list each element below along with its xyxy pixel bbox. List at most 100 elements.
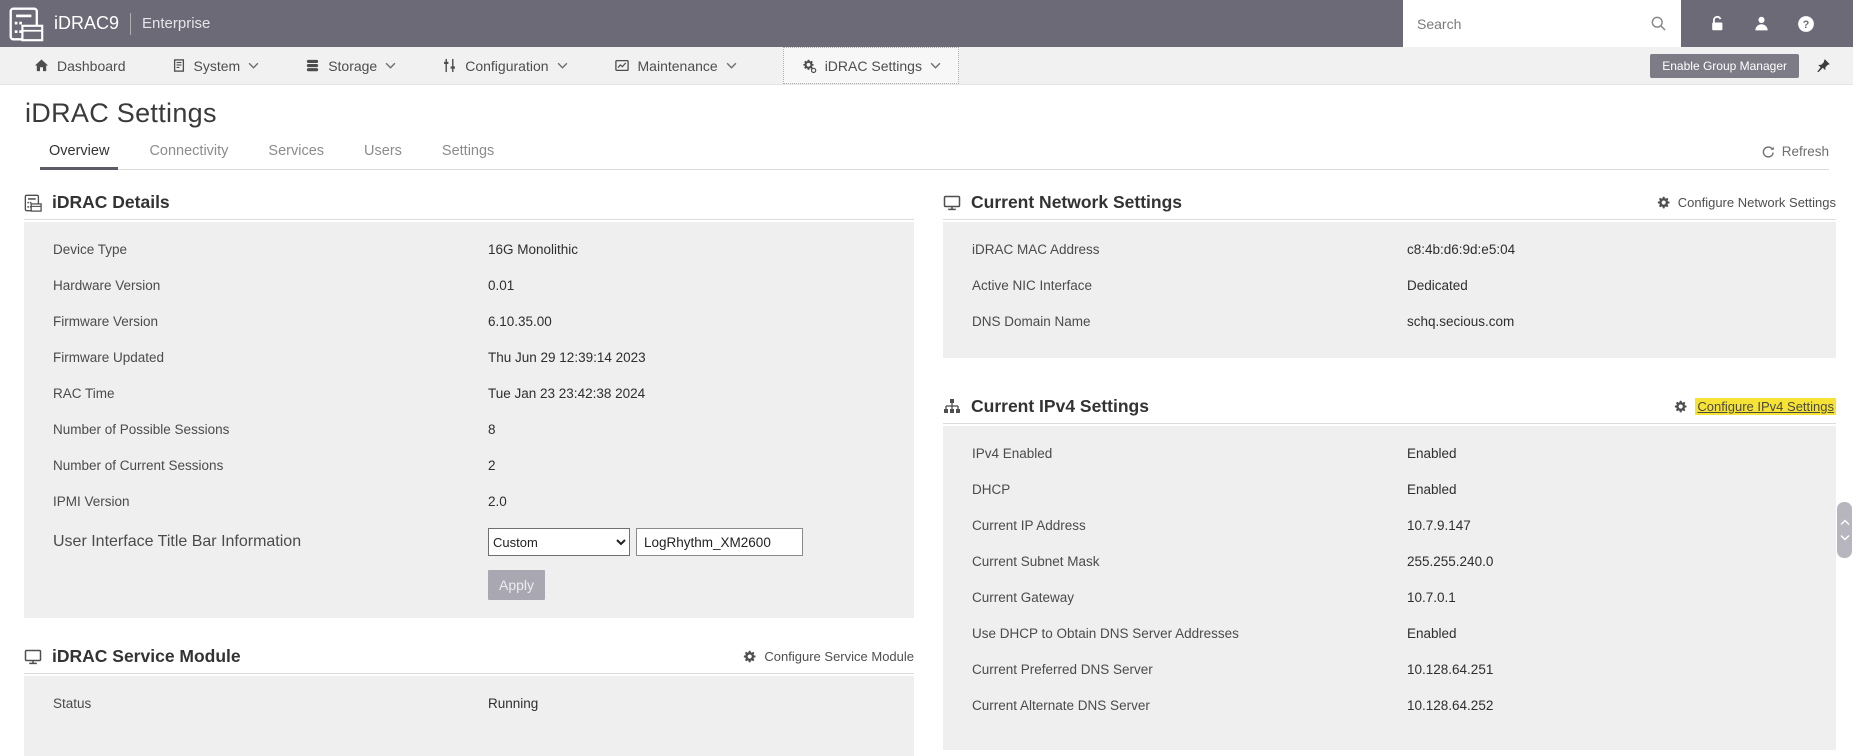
row-label: DNS Domain Name — [972, 314, 1091, 329]
row-value: 0.01 — [488, 278, 515, 293]
row-value: 2 — [488, 458, 496, 473]
title-bar-mode-select[interactable]: Custom — [488, 528, 630, 556]
help-icon[interactable]: ? — [1797, 15, 1815, 33]
row-label: Use DHCP to Obtain DNS Server Addresses — [972, 626, 1239, 641]
unlock-icon[interactable] — [1709, 15, 1726, 32]
section-title: Current IPv4 Settings — [971, 396, 1149, 416]
brand-separator — [130, 12, 132, 35]
right-column: Current Network Settings Configure Netwo… — [943, 190, 1836, 750]
row-value: 2.0 — [488, 494, 507, 509]
chevron-down-icon — [557, 62, 568, 69]
search-input[interactable] — [1417, 15, 1650, 32]
row-value: 10.7.0.1 — [1407, 590, 1456, 605]
content-area: iDRAC Details Device Type 16G Monolithic… — [24, 190, 1853, 756]
row-label: Number of Possible Sessions — [53, 422, 230, 437]
table-row: Number of Current Sessions 2 — [24, 448, 914, 484]
rack-server-icon — [24, 194, 42, 212]
scroll-up-icon[interactable] — [1840, 519, 1850, 526]
svg-text:?: ? — [1803, 18, 1810, 30]
chevron-down-icon — [248, 62, 259, 69]
nav-item-storage[interactable]: Storage — [305, 47, 396, 84]
table-row: Firmware Version 6.10.35.00 — [24, 304, 914, 340]
nav-item-system[interactable]: System — [172, 47, 260, 84]
configure-ipv4-settings-link[interactable]: Configure IPv4 Settings — [1673, 398, 1836, 415]
table-row: Use DHCP to Obtain DNS Server Addresses … — [943, 616, 1836, 652]
page-title: iDRAC Settings — [25, 98, 217, 128]
nav-item-configuration[interactable]: Configuration — [442, 47, 567, 84]
user-icon[interactable] — [1753, 15, 1770, 32]
row-label: DHCP — [972, 482, 1011, 497]
gear-icon — [1673, 399, 1688, 414]
row-label: Device Type — [53, 242, 128, 257]
table-row: Current IP Address 10.7.9.147 — [943, 508, 1836, 544]
tab-users[interactable]: Users — [355, 143, 411, 169]
table-row: Current Gateway 10.7.0.1 — [943, 580, 1836, 616]
nav-item-dashboard[interactable]: Dashboard — [34, 47, 126, 84]
chevron-down-icon — [726, 62, 737, 69]
table-row: iDRAC MAC Address c8:4b:d6:9d:e5:04 — [943, 232, 1836, 268]
chevron-down-icon — [385, 62, 396, 69]
row-value: Enabled — [1407, 446, 1457, 461]
tab-overview[interactable]: Overview — [40, 143, 119, 170]
row-label: Status — [53, 696, 92, 711]
title-bar-info-row: User Interface Title Bar Information Cus… — [24, 520, 914, 564]
configure-service-module-link[interactable]: Configure Service Module — [742, 649, 914, 664]
monitor-icon — [24, 648, 42, 666]
row-label: Active NIC Interface — [972, 278, 1093, 293]
apply-button[interactable]: Apply — [488, 570, 545, 600]
table-row: RAC Time Tue Jan 23 23:42:38 2024 — [24, 376, 914, 412]
row-value: 8 — [488, 422, 496, 437]
link-label: Configure Service Module — [764, 649, 914, 664]
refresh-label: Refresh — [1781, 144, 1829, 159]
scroll-down-icon[interactable] — [1840, 534, 1850, 541]
table-row: Status Running — [24, 686, 914, 722]
maintenance-icon — [614, 58, 630, 73]
row-label: IPv4 Enabled — [972, 446, 1053, 461]
row-label: User Interface Title Bar Information — [53, 533, 302, 550]
refresh-icon — [1761, 145, 1775, 159]
link-label: Configure Network Settings — [1677, 195, 1836, 210]
row-value: schq.secious.com — [1407, 314, 1515, 329]
pushpin-icon[interactable] — [1815, 58, 1831, 74]
gear-icon — [742, 649, 757, 664]
row-label: iDRAC MAC Address — [972, 242, 1100, 257]
configuration-icon — [442, 58, 457, 73]
row-label: Number of Current Sessions — [53, 458, 224, 473]
main-navbar: Dashboard System Storage Configuration M… — [0, 47, 1853, 85]
row-label: IPMI Version — [53, 494, 130, 509]
table-row: Device Type 16G Monolithic — [24, 232, 914, 268]
tab-connectivity[interactable]: Connectivity — [140, 143, 237, 169]
nav-item-idrac-settings[interactable]: iDRAC Settings — [782, 47, 959, 84]
row-label: Hardware Version — [53, 278, 161, 293]
link-label-highlighted: Configure IPv4 Settings — [1695, 398, 1836, 415]
left-column: iDRAC Details Device Type 16G Monolithic… — [24, 190, 914, 756]
tab-settings[interactable]: Settings — [433, 143, 503, 169]
row-value: 10.7.9.147 — [1407, 518, 1471, 533]
table-row: Number of Possible Sessions 8 — [24, 412, 914, 448]
section-title: Current Network Settings — [971, 192, 1182, 212]
enable-group-manager-button[interactable]: Enable Group Manager — [1650, 53, 1799, 78]
brand-edition: Enterprise — [142, 15, 211, 32]
table-row: IPMI Version 2.0 — [24, 484, 914, 520]
section-title: iDRAC Service Module — [52, 646, 241, 666]
tab-services[interactable]: Services — [259, 143, 333, 169]
section-ipv4-settings: Current IPv4 Settings Configure IPv4 Set… — [943, 394, 1836, 750]
row-label: Firmware Updated — [53, 350, 165, 365]
title-bar-custom-input[interactable] — [636, 528, 803, 556]
configure-network-settings-link[interactable]: Configure Network Settings — [1656, 195, 1836, 210]
section-title: iDRAC Details — [52, 192, 170, 212]
ipv4-settings-panel: IPv4 Enabled Enabled DHCP Enabled Curren… — [943, 426, 1836, 750]
nav-item-maintenance[interactable]: Maintenance — [614, 47, 737, 84]
tab-bar: Overview Connectivity Services Users Set… — [40, 143, 1829, 170]
search-icon[interactable] — [1650, 15, 1667, 32]
row-label: Current Alternate DNS Server — [972, 698, 1150, 713]
section-network-settings: Current Network Settings Configure Netwo… — [943, 190, 1836, 358]
refresh-button[interactable]: Refresh — [1761, 144, 1829, 169]
row-value: 6.10.35.00 — [488, 314, 552, 329]
row-value: Running — [488, 696, 539, 711]
table-row: DNS Domain Name schq.secious.com — [943, 304, 1836, 340]
row-label: Firmware Version — [53, 314, 159, 329]
nav-label: Maintenance — [637, 57, 718, 74]
service-module-panel: Status Running — [24, 676, 914, 756]
nav-label: Storage — [328, 57, 378, 74]
